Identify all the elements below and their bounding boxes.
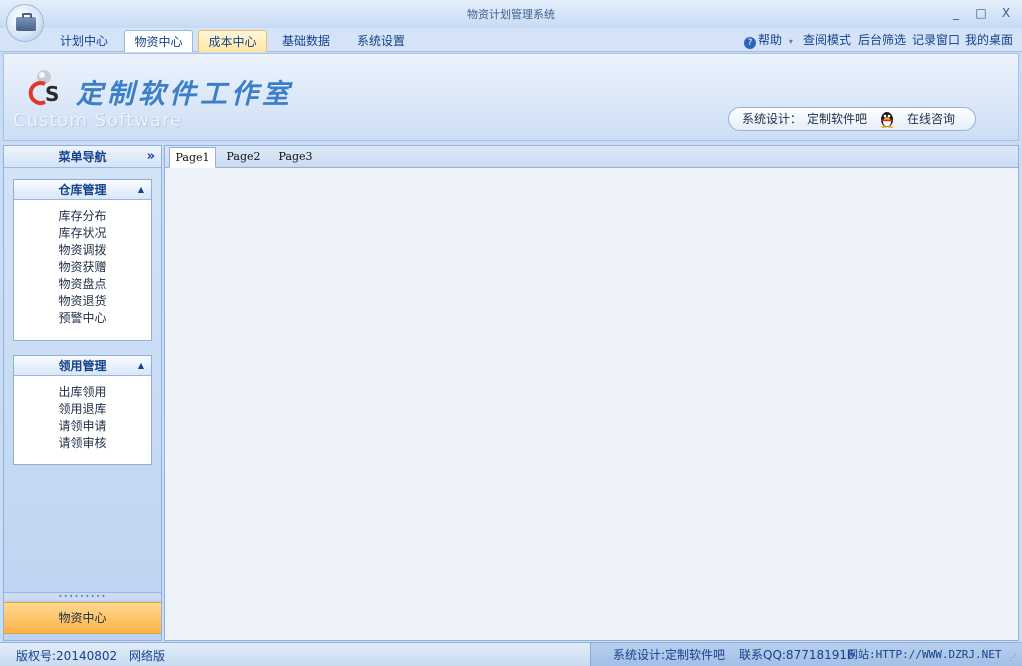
- status-bar: 版权号:20140802 网络版 系统设计:定制软件吧 联系QQ:8771819…: [0, 642, 1022, 666]
- sidebar-header: 菜单导航 »: [4, 146, 161, 168]
- ribbon-tabs: 计划中心 物资中心 成本中心 基础数据 系统设置 ? 帮助 ▾ 查阅模式 后台筛选…: [0, 28, 1022, 52]
- sidebar-item-return[interactable]: 物资退货: [14, 293, 151, 310]
- sidebar-navigation: 菜单导航 » 仓库管理 ▲ 库存分布 库存状况 物资调拨 物资获赠 物资盘点 物…: [3, 145, 162, 641]
- collapse-icon[interactable]: »: [147, 146, 155, 168]
- window-title: 物资计划管理系统: [467, 8, 555, 21]
- header-banner: S 定制软件工作室 Custom Software 系统设计： 定制软件吧 在线…: [3, 53, 1019, 141]
- sidebar-item-stock-distribution[interactable]: 库存分布: [14, 208, 151, 225]
- splitter-grip[interactable]: ∙∙∙∙∙∙∙∙∙: [4, 592, 161, 600]
- page-tab-1[interactable]: Page1: [169, 147, 216, 168]
- tab-cost-center[interactable]: 成本中心: [198, 30, 267, 52]
- minimize-button[interactable]: _: [945, 4, 967, 22]
- briefcase-icon[interactable]: [6, 4, 44, 42]
- logo-subtitle: Custom Software: [13, 110, 183, 131]
- close-button[interactable]: X: [995, 4, 1017, 22]
- sidebar-item-donation[interactable]: 物资获赠: [14, 259, 151, 276]
- designer-info-pill[interactable]: 系统设计： 定制软件吧 在线咨询: [728, 107, 976, 131]
- group-warehouse: 仓库管理 ▲ 库存分布 库存状况 物资调拨 物资获赠 物资盘点 物资退货 预警中…: [13, 179, 152, 341]
- status-right: 系统设计:定制软件吧 联系QQ:877181916 网站:HTTP://WWW.…: [590, 643, 1022, 666]
- resize-grip-icon[interactable]: ⋰: [1009, 653, 1019, 663]
- online-consult-link[interactable]: 在线咨询: [907, 108, 955, 130]
- designer-label: 系统设计：: [742, 112, 803, 126]
- group-header-warehouse[interactable]: 仓库管理 ▲: [14, 180, 151, 200]
- group-title: 领用管理: [58, 359, 107, 373]
- read-mode-link[interactable]: 查阅模式: [803, 32, 851, 48]
- status-website[interactable]: 网站:HTTP://WWW.DZRJ.NET: [847, 643, 1001, 666]
- sidebar-item-stock-status[interactable]: 库存状况: [14, 225, 151, 242]
- designer-name: 定制软件吧: [807, 112, 868, 126]
- help-label: 帮助: [758, 33, 783, 47]
- collapse-up-icon[interactable]: ▲: [138, 180, 144, 200]
- version-text: 版权号:20140802: [16, 649, 118, 663]
- edition-text: 网络版: [128, 649, 165, 663]
- tab-system-settings[interactable]: 系统设置: [346, 30, 416, 52]
- my-desktop-link[interactable]: 我的桌面: [965, 32, 1013, 48]
- tab-material-center[interactable]: 物资中心: [124, 30, 193, 52]
- chevron-down-icon: ▾: [788, 37, 793, 46]
- sidebar-item-requisition-review[interactable]: 请领审核: [14, 435, 151, 452]
- page-tab-3[interactable]: Page3: [272, 147, 319, 168]
- title-bar: 物资计划管理系统 _ □ X: [0, 0, 1022, 28]
- sidebar-title: 菜单导航: [58, 150, 107, 164]
- sidebar-item-stocktake[interactable]: 物资盘点: [14, 276, 151, 293]
- group-requisition: 领用管理 ▲ 出库领用 领用退库 请领申请 请领审核: [13, 355, 152, 465]
- module-button-material-center[interactable]: 物资中心: [4, 602, 161, 634]
- maximize-button[interactable]: □: [970, 4, 992, 22]
- help-menu[interactable]: ? 帮助 ▾: [744, 32, 793, 50]
- sidebar-item-outbound-use[interactable]: 出库领用: [14, 384, 151, 401]
- sidebar-item-requisition-apply[interactable]: 请领申请: [14, 418, 151, 435]
- help-icon: ?: [744, 37, 756, 49]
- tab-basic-data[interactable]: 基础数据: [272, 30, 340, 52]
- sidebar-item-alert-center[interactable]: 预警中心: [14, 310, 151, 327]
- log-window-link[interactable]: 记录窗口: [912, 32, 960, 48]
- page-tab-2[interactable]: Page2: [220, 147, 267, 168]
- status-left: 版权号:20140802 网络版: [16, 647, 165, 664]
- sidebar-item-use-return[interactable]: 领用退库: [14, 401, 151, 418]
- main-content: Page1 Page2 Page3: [164, 145, 1019, 641]
- group-title: 仓库管理: [58, 183, 107, 197]
- collapse-up-icon[interactable]: ▲: [138, 356, 144, 376]
- status-contact: 联系QQ:877181916: [739, 648, 855, 662]
- page-tab-strip: Page1 Page2 Page3: [165, 146, 1018, 168]
- logo-script-text: 定制软件工作室: [76, 79, 293, 110]
- svg-text:S: S: [45, 82, 59, 106]
- backend-filter-link[interactable]: 后台筛选: [858, 32, 906, 48]
- tab-plan-center[interactable]: 计划中心: [52, 30, 116, 52]
- sidebar-item-transfer[interactable]: 物资调拨: [14, 242, 151, 259]
- group-header-requisition[interactable]: 领用管理 ▲: [14, 356, 151, 376]
- qq-penguin-icon: [881, 112, 893, 128]
- cs-logo-icon: S: [28, 70, 59, 106]
- status-design: 系统设计:定制软件吧: [613, 648, 726, 662]
